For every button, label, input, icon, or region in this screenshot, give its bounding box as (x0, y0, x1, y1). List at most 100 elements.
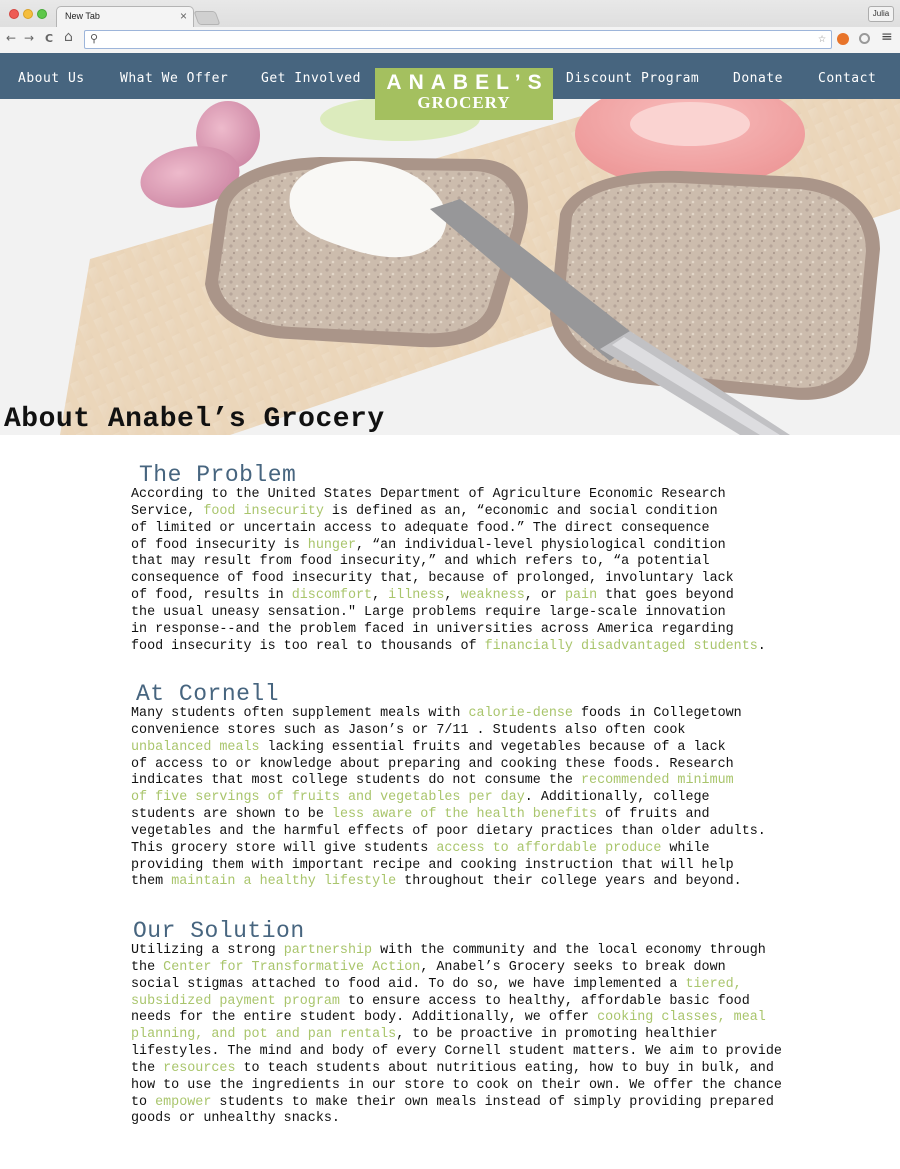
logo-subtitle: GROCERY (417, 93, 511, 112)
text-run: vegetables and the harmful effects of po… (131, 823, 766, 839)
text-run: throughout their college years and beyon… (396, 874, 742, 890)
text-line: the Center for Transformative Action, An… (131, 960, 726, 975)
nav-about-us[interactable]: About Us (18, 53, 85, 99)
highlight-link[interactable]: subsidized payment program (131, 994, 340, 1009)
highlight-link[interactable]: food insecurity (203, 504, 324, 519)
extension-icon[interactable] (837, 33, 849, 45)
text-run: social stigmas attached to food aid. To … (131, 976, 686, 992)
text-run: the (131, 959, 164, 975)
browser-tab[interactable]: New Tab × (56, 6, 194, 27)
forward-icon[interactable]: → (24, 31, 34, 45)
highlight-link[interactable]: financially disadvantaged students (485, 639, 758, 654)
text-run: , (444, 588, 461, 604)
close-window-icon[interactable] (9, 9, 19, 19)
text-run: needs for the entire student body. Addit… (131, 1010, 598, 1026)
text-line: Service, food insecurity is defined as a… (131, 504, 718, 519)
text-run: in response--and the problem faced in un… (131, 621, 734, 637)
highlight-link[interactable]: discomfort (292, 588, 372, 603)
text-run: to (131, 1094, 156, 1110)
nav-donate[interactable]: Donate (733, 53, 783, 99)
text-run: foods in Collegetown (572, 706, 742, 721)
section-body: Utilizing a strong partnership with the … (131, 943, 831, 1128)
text-run: of limited or uncertain access to adequa… (131, 520, 710, 536)
extension-icon-2[interactable] (859, 33, 870, 44)
highlight-link[interactable]: pain (565, 588, 597, 603)
text-line: lifestyles. The mind and body of every C… (131, 1044, 782, 1059)
nav-contact[interactable]: Contact (818, 53, 876, 99)
text-line: subsidized payment program to ensure acc… (131, 994, 750, 1009)
text-run: Service, (131, 503, 204, 519)
highlight-link[interactable]: unbalanced meals (131, 740, 260, 755)
highlight-link[interactable]: illness (388, 588, 444, 603)
highlight-link[interactable]: Center for Transformative Action (163, 960, 420, 975)
text-run: of food, results in (131, 588, 292, 604)
text-line: of five servings of fruits and vegetable… (131, 790, 710, 805)
highlight-link[interactable]: calorie-dense (469, 706, 573, 721)
text-line: food insecurity is too real to thousands… (131, 639, 766, 654)
bookmark-star-icon[interactable]: ☆ (818, 31, 826, 46)
tab-title: New Tab (65, 11, 100, 21)
highlight-link[interactable]: weakness (460, 588, 524, 603)
section-body: Many students often supplement meals wit… (131, 706, 831, 891)
highlight-link[interactable]: partnership (284, 943, 372, 958)
text-run: them (131, 874, 172, 890)
highlight-link[interactable]: recommended minimum (581, 773, 734, 788)
home-icon[interactable]: ⌂ (64, 29, 73, 45)
text-run: lacking essential fruits and vegetables … (259, 739, 726, 755)
nav-what-we-offer[interactable]: What We Offer (120, 53, 228, 99)
text-run: to teach students about nutritious eatin… (235, 1060, 774, 1076)
hero-illustration (0, 99, 900, 435)
back-icon[interactable]: ← (6, 31, 16, 45)
text-run: with the community and the local economy… (372, 943, 766, 958)
highlight-link[interactable]: tiered, (685, 977, 741, 992)
site-logo[interactable]: ANABEL’S GROCERY (375, 68, 553, 120)
text-line: convenience stores such as Jason’s or 7/… (131, 723, 685, 738)
highlight-link[interactable]: access to affordable produce (436, 841, 661, 856)
new-tab-button[interactable] (193, 11, 221, 25)
text-run: lifestyles. The mind and body of every C… (131, 1044, 782, 1060)
nav-discount-program[interactable]: Discount Program (566, 53, 699, 99)
highlight-link[interactable]: empower (155, 1095, 211, 1110)
address-bar[interactable]: ⚲ ☆ (84, 30, 832, 49)
section-heading: The Problem (139, 462, 297, 488)
text-line: in response--and the problem faced in un… (131, 622, 734, 637)
section-heading: At Cornell (136, 681, 280, 707)
text-line: how to use the ingredients in our store … (131, 1078, 782, 1093)
logo-wordmark: ANABEL’S (386, 71, 549, 94)
highlight-link[interactable]: of five servings of fruits and vegetable… (131, 790, 525, 805)
highlight-link[interactable]: maintain a healthy lifestyle (171, 874, 396, 889)
nav-get-involved[interactable]: Get Involved (261, 53, 361, 99)
text-line: goods or unhealthy snacks. (131, 1111, 340, 1126)
text-run: the usual uneasy sensation." Large probl… (131, 604, 726, 620)
profile-button[interactable]: Julia (868, 6, 894, 22)
text-run: convenience stores such as Jason’s or 7/… (131, 722, 686, 738)
reload-icon[interactable]: C (45, 32, 53, 45)
text-run: indicates that most college students do … (131, 773, 581, 789)
highlight-link[interactable]: resources (163, 1061, 235, 1076)
minimize-window-icon[interactable] (23, 9, 33, 19)
text-run: Many students often supplement meals wit… (131, 706, 469, 721)
tab-close-icon[interactable]: × (180, 9, 187, 23)
highlight-link[interactable]: planning, and pot and pan rentals (131, 1027, 396, 1042)
text-run: , to be proactive in promoting healthier (396, 1027, 718, 1043)
text-line: Utilizing a strong partnership with the … (131, 943, 766, 958)
text-run: students are shown to be (131, 807, 332, 823)
browser-chrome: New Tab × Julia ← → C ⌂ ⚲ ☆ ≡ (0, 0, 900, 53)
text-run: , or (524, 588, 565, 604)
menu-icon[interactable]: ≡ (881, 29, 893, 45)
text-line: unbalanced meals lacking essential fruit… (131, 740, 726, 755)
text-run: , (372, 588, 389, 604)
highlight-link[interactable]: less aware of the health benefits (332, 807, 597, 822)
text-line: According to the United States Departmen… (131, 487, 726, 502)
text-run: to ensure access to healthy, affordable … (339, 993, 750, 1009)
text-line: of food, results in discomfort, illness,… (131, 588, 734, 603)
highlight-link[interactable]: hunger (308, 538, 356, 553)
maximize-window-icon[interactable] (37, 9, 47, 19)
text-run: of access to or knowledge about preparin… (131, 756, 734, 772)
text-run: providing them with important recipe and… (131, 857, 734, 873)
highlight-link[interactable]: cooking classes, meal (597, 1010, 766, 1025)
text-line: Many students often supplement meals wit… (131, 706, 742, 721)
browser-toolbar: ← → C ⌂ ⚲ ☆ ≡ (0, 27, 900, 53)
text-run: how to use the ingredients in our store … (131, 1077, 782, 1093)
hero-image (0, 99, 900, 435)
